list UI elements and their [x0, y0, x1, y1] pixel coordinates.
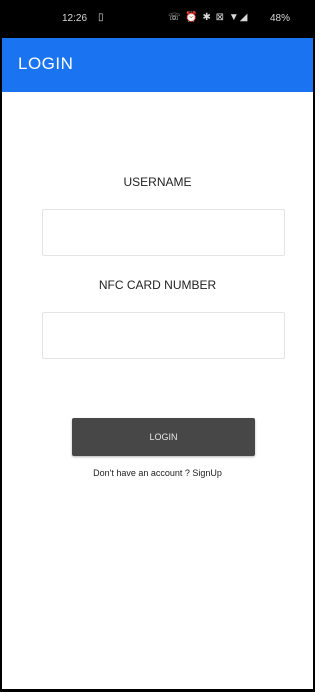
status-bar: 12:26 ▯ ☏ ⏰ ✱ ⊠ ▼◢ 48%	[2, 0, 313, 38]
username-input[interactable]	[42, 209, 285, 256]
sim-card-icon: ▯	[98, 12, 104, 23]
app-title: LOGIN	[18, 54, 74, 73]
phone-screen: 12:26 ▯ ☏ ⏰ ✱ ⊠ ▼◢ 48% LOGIN USERNAME NF…	[0, 0, 315, 692]
nfc-card-number-input[interactable]	[42, 312, 285, 359]
battery-level: 48%	[270, 13, 291, 24]
status-time: 12:26	[62, 13, 88, 24]
signup-link[interactable]: Don't have an account ? SignUp	[2, 468, 313, 478]
nfc-card-number-label: NFC CARD NUMBER	[98, 278, 217, 292]
login-button[interactable]: LOGIN	[72, 418, 255, 456]
app-bar: LOGIN	[2, 38, 313, 92]
status-icons: ☏ ⏰ ✱ ⊠ ▼◢	[168, 12, 249, 23]
username-label: USERNAME	[123, 175, 192, 189]
